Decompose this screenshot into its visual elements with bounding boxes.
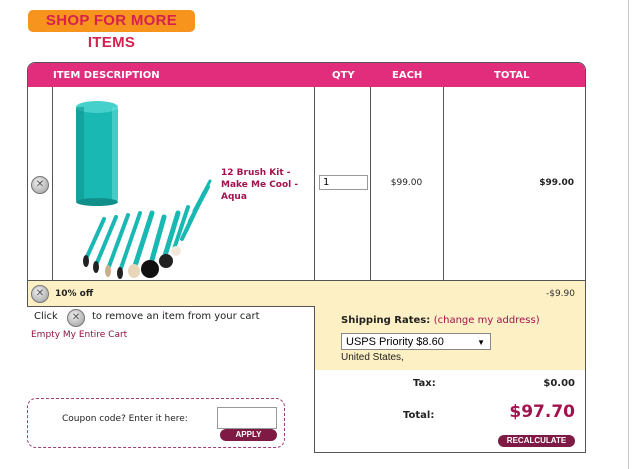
discount-row: ✕ 10% off -$9.90 — [28, 281, 585, 306]
shipping-rates-label: Shipping Rates: — [341, 315, 431, 326]
x-circle-icon: ✕ — [67, 309, 85, 327]
cart-header: ITEM DESCRIPTION QTY EACH TOTAL — [28, 63, 585, 87]
brush-cup-icon — [76, 101, 118, 206]
item-each-price: $99.00 — [390, 178, 423, 188]
coupon-label: Coupon code? Enter it here: — [62, 414, 188, 424]
tax-value: $0.00 — [543, 378, 575, 389]
shipping-location: United States, — [341, 352, 404, 363]
apply-coupon-button[interactable]: APPLY — [220, 429, 277, 441]
col-total: TOTAL — [494, 70, 530, 81]
order-summary: Shipping Rates: (change my address) USPS… — [314, 306, 586, 453]
page-divider — [628, 0, 629, 469]
product-image — [54, 89, 214, 279]
shipping-rate-value: USPS Priority $8.60 — [346, 336, 444, 348]
shipping-rates-title: Shipping Rates: (change my address) — [341, 315, 540, 326]
remove-discount-icon[interactable]: ✕ — [31, 285, 49, 303]
shipping-rate-select[interactable]: USPS Priority $8.60 ▼ — [341, 333, 491, 350]
coupon-input[interactable] — [217, 407, 277, 429]
discount-amount: -$9.90 — [545, 289, 575, 299]
hint-text-start: Click — [34, 311, 58, 322]
chevron-down-icon: ▼ — [477, 338, 485, 347]
recalculate-button[interactable]: RECALCULATE — [498, 435, 575, 447]
col-qty: QTY — [332, 70, 355, 81]
empty-cart-link[interactable]: Empty My Entire Cart — [31, 330, 127, 340]
col-item-description: ITEM DESCRIPTION — [53, 70, 160, 81]
total-value: $97.70 — [509, 402, 575, 422]
col-each: EACH — [392, 70, 423, 81]
cart-table: ITEM DESCRIPTION QTY EACH TOTAL ✕ 12 Bru… — [27, 62, 586, 307]
discount-label: 10% off — [55, 289, 94, 299]
column-divider — [52, 87, 53, 280]
remove-hint: Click ✕ to remove an item from your cart — [34, 309, 260, 327]
shop-for-more-items-button[interactable]: SHOP FOR MORE ITEMS — [28, 10, 195, 51]
hint-text-end: to remove an item from your cart — [92, 311, 260, 322]
coupon-section: Coupon code? Enter it here: APPLY — [27, 398, 285, 448]
item-total-price: $99.00 — [539, 178, 574, 188]
tax-label: Tax: — [413, 378, 436, 389]
product-name[interactable]: 12 Brush Kit - Make Me Cool - Aqua — [221, 167, 316, 203]
change-address-link[interactable]: (change my address) — [434, 315, 540, 326]
remove-item-icon[interactable]: ✕ — [31, 176, 49, 194]
total-label: Total: — [403, 410, 435, 421]
shipping-panel: Shipping Rates: (change my address) USPS… — [315, 306, 585, 370]
quantity-input[interactable] — [319, 175, 368, 190]
